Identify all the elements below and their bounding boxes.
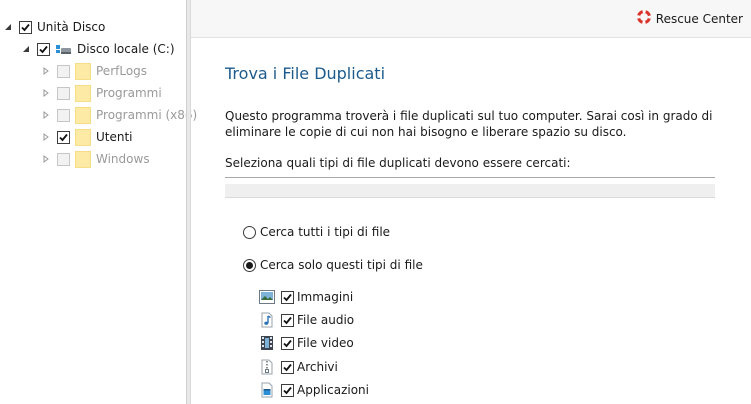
tree-node-folder[interactable]: Programmi	[41, 84, 162, 102]
tree-node-folder-label: PerfLogs	[96, 64, 148, 78]
radio-button[interactable]	[243, 258, 256, 272]
rescue-center-button[interactable]: Rescue Center	[636, 10, 743, 27]
application-icon	[259, 382, 275, 398]
collapsed-arrow-icon[interactable]	[41, 154, 51, 164]
checkbox-folder[interactable]	[57, 108, 70, 122]
checkbox-video[interactable]	[281, 336, 294, 350]
checkbox-drive[interactable]	[37, 42, 50, 56]
tree-node-folder-label: Utenti	[96, 130, 133, 144]
file-type-label: File video	[297, 336, 354, 350]
folder-icon	[75, 84, 91, 102]
file-type-label: Archivi	[297, 360, 338, 374]
checkbox-folder[interactable]	[57, 152, 70, 166]
tree-node-drive-label: Disco locale (C:)	[77, 42, 175, 56]
checkbox-audio[interactable]	[281, 313, 294, 327]
checkbox-root[interactable]	[19, 20, 32, 34]
collapsed-arrow-icon[interactable]	[41, 66, 51, 76]
divider	[225, 177, 715, 178]
file-type-audio[interactable]: File audio	[259, 311, 354, 329]
tree-node-folder-label: Programmi (x86)	[96, 108, 198, 122]
lifebuoy-icon	[636, 10, 651, 27]
page-title: Trova i File Duplicati	[225, 64, 386, 83]
expanded-arrow-icon[interactable]	[21, 44, 31, 54]
tree-node-folder[interactable]: Utenti	[41, 128, 133, 146]
collapsed-arrow-icon[interactable]	[41, 132, 51, 142]
file-type-applications[interactable]: Applicazioni	[259, 381, 369, 399]
file-type-label: Immagini	[297, 290, 354, 304]
tree-node-folder[interactable]: Windows	[41, 150, 150, 168]
rescue-center-label: Rescue Center	[655, 11, 743, 26]
folder-tree: Unità Disco Disco locale (C:) PerfLogs P…	[0, 0, 197, 404]
page-description: Questo programma troverà i file duplicat…	[225, 109, 713, 139]
radio-label: Cerca tutti i tipi di file	[260, 225, 391, 239]
radio-search-all-types[interactable]: Cerca tutti i tipi di file	[243, 225, 390, 239]
collapsed-arrow-icon[interactable]	[41, 88, 51, 98]
checkbox-images[interactable]	[281, 290, 294, 304]
main-panel: Trova i File Duplicati Questo programma …	[191, 39, 751, 404]
checkbox-folder[interactable]	[57, 130, 70, 144]
archive-icon	[259, 359, 275, 375]
radio-button[interactable]	[243, 225, 256, 239]
file-type-images[interactable]: Immagini	[259, 288, 353, 306]
checkbox-folder[interactable]	[57, 86, 70, 100]
section-band	[225, 184, 715, 198]
file-type-archives[interactable]: Archivi	[259, 358, 338, 376]
radio-label: Cerca solo questi tipi di file	[260, 258, 423, 272]
tree-node-root[interactable]: Unità Disco	[3, 18, 105, 36]
folder-icon	[75, 128, 91, 146]
hard-drive-icon	[55, 42, 72, 56]
folder-icon	[75, 62, 91, 80]
folder-icon	[75, 150, 91, 168]
tree-node-root-label: Unità Disco	[37, 20, 106, 34]
file-type-video[interactable]: File video	[259, 334, 354, 352]
file-type-label: Applicazioni	[297, 383, 369, 397]
tree-node-drive[interactable]: Disco locale (C:)	[21, 40, 175, 58]
file-type-label: File audio	[297, 313, 355, 327]
radio-search-selected-types[interactable]: Cerca solo questi tipi di file	[243, 258, 423, 272]
folder-icon	[75, 106, 91, 124]
checkbox-applications[interactable]	[281, 383, 294, 397]
tree-node-folder[interactable]: PerfLogs	[41, 62, 147, 80]
file-types-prompt: Seleziona quali tipi di file duplicati d…	[225, 156, 571, 170]
tree-node-folder[interactable]: Programmi (x86)	[41, 106, 197, 124]
expanded-arrow-icon[interactable]	[3, 22, 13, 32]
collapsed-arrow-icon[interactable]	[41, 110, 51, 120]
checkbox-folder[interactable]	[57, 64, 70, 78]
music-note-icon	[259, 312, 275, 328]
tree-node-folder-label: Windows	[96, 152, 150, 166]
image-icon	[259, 289, 275, 305]
top-bar: Rescue Center	[191, 0, 751, 38]
tree-node-folder-label: Programmi	[96, 86, 162, 100]
checkbox-archives[interactable]	[281, 360, 294, 374]
film-icon	[259, 335, 275, 351]
